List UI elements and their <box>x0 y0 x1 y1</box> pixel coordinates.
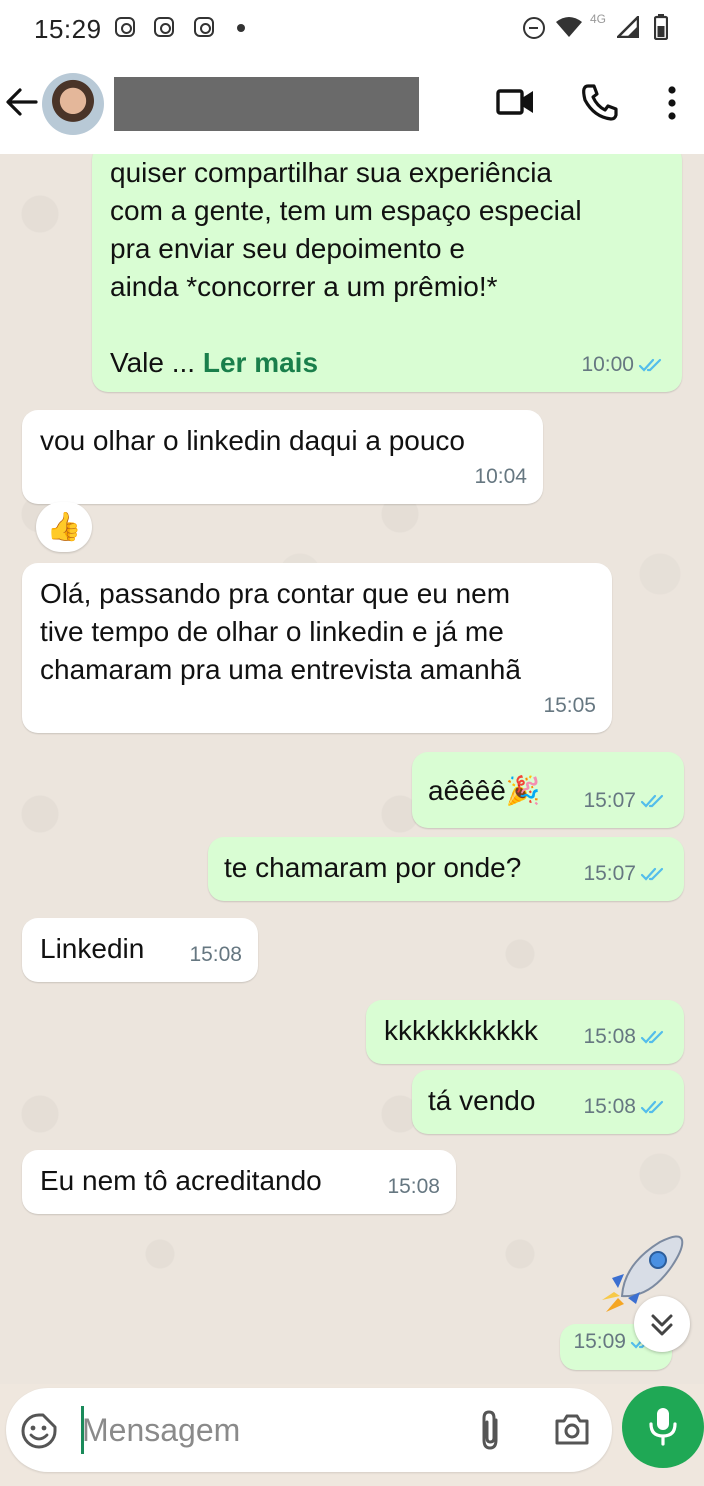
video-call-icon[interactable] <box>496 82 536 122</box>
message-bubble-outgoing[interactable]: te chamaram por onde? 15:07 <box>208 837 684 901</box>
wifi-icon <box>556 17 582 37</box>
message-time: 15:08 <box>583 1095 636 1118</box>
message-bubble-outgoing[interactable]: kkkkkkkkkkk 15:08 <box>366 1000 684 1064</box>
message-text: quiser compartilhar sua experiência com … <box>110 157 582 378</box>
message-bubble-outgoing[interactable]: aêêêê🎉 15:07 <box>412 752 684 828</box>
instagram-icon <box>194 17 214 37</box>
chat-messages[interactable]: quiser compartilhar sua experiência com … <box>0 154 704 1384</box>
status-time: 15:29 <box>34 14 102 44</box>
message-bubble-outgoing[interactable]: tá vendo 15:08 <box>412 1070 684 1134</box>
message-meta: 15:07 <box>583 782 668 820</box>
read-ticks-icon <box>640 1100 664 1114</box>
message-meta: 15:08 <box>189 936 242 974</box>
message-text: Olá, passando pra contar que eu nem tive… <box>40 578 521 685</box>
battery-icon <box>654 14 668 40</box>
contact-avatar[interactable] <box>42 73 104 135</box>
message-bubble-incoming[interactable]: Eu nem tô acreditando 15:08 <box>22 1150 456 1214</box>
network-type: 4G <box>590 12 607 26</box>
attach-icon[interactable] <box>476 1408 504 1452</box>
message-time: 15:08 <box>583 1025 636 1048</box>
message-text: aêêêê🎉 <box>428 775 541 806</box>
message-text: kkkkkkkkkkk <box>384 1015 538 1046</box>
message-time: 15:05 <box>543 694 596 717</box>
chat-header <box>0 58 704 154</box>
mic-button[interactable] <box>622 1386 704 1468</box>
message-time: 10:04 <box>474 465 527 488</box>
message-time: 15:07 <box>583 862 636 885</box>
message-text: te chamaram por onde? <box>224 852 522 883</box>
message-meta: 15:08 <box>583 1018 668 1056</box>
signal-icon <box>617 16 639 38</box>
message-reaction[interactable]: 👍 <box>36 502 92 552</box>
camera-icon[interactable] <box>554 1412 590 1446</box>
do-not-disturb-icon <box>523 17 545 39</box>
message-text: tá vendo <box>428 1085 536 1116</box>
message-meta: 10:04 <box>474 458 527 496</box>
more-vert-icon[interactable] <box>662 82 682 122</box>
read-ticks-icon <box>640 1030 664 1044</box>
message-meta: 15:08 <box>387 1168 440 1206</box>
message-input[interactable] <box>82 1406 452 1454</box>
read-ticks-icon <box>640 867 664 881</box>
scroll-to-bottom-button[interactable] <box>634 1296 690 1352</box>
read-ticks-icon <box>638 358 662 372</box>
status-bar: 15:29 4G <box>0 0 704 58</box>
message-time: 10:00 <box>581 353 634 376</box>
message-bubble-incoming[interactable]: vou olhar o linkedin daqui a pouco 10:04 <box>22 410 543 504</box>
message-time: 15:08 <box>189 943 242 966</box>
message-meta: 15:05 <box>543 687 596 725</box>
phone-icon[interactable] <box>580 82 618 122</box>
notification-dot <box>237 24 245 32</box>
contact-name-redacted[interactable] <box>114 77 419 131</box>
message-bubble-incoming[interactable]: Linkedin 15:08 <box>22 918 258 982</box>
message-text: Linkedin <box>40 933 145 964</box>
emoji-sticker-icon[interactable] <box>20 1412 58 1450</box>
message-text: Eu nem tô acreditando <box>40 1165 322 1196</box>
message-time: 15:08 <box>387 1175 440 1198</box>
message-time: 15:09 <box>573 1330 626 1353</box>
instagram-icon <box>115 17 135 37</box>
message-meta: 10:00 <box>581 346 666 384</box>
message-input-container[interactable] <box>6 1388 612 1472</box>
instagram-icon <box>154 17 174 37</box>
mic-icon <box>649 1408 677 1446</box>
message-bubble-outgoing[interactable]: quiser compartilhar sua experiência com … <box>92 154 682 392</box>
read-more-link[interactable]: Ler mais <box>203 347 318 378</box>
message-composer <box>0 1384 704 1486</box>
message-bubble-incoming[interactable]: Olá, passando pra contar que eu nem tive… <box>22 563 612 733</box>
message-text: vou olhar o linkedin daqui a pouco <box>40 425 465 456</box>
message-time: 15:07 <box>583 789 636 812</box>
back-arrow-icon[interactable] <box>4 82 40 122</box>
message-meta: 15:08 <box>583 1088 668 1126</box>
message-meta: 15:07 <box>583 855 668 893</box>
read-ticks-icon <box>640 794 664 808</box>
double-chevron-down-icon <box>651 1314 673 1336</box>
